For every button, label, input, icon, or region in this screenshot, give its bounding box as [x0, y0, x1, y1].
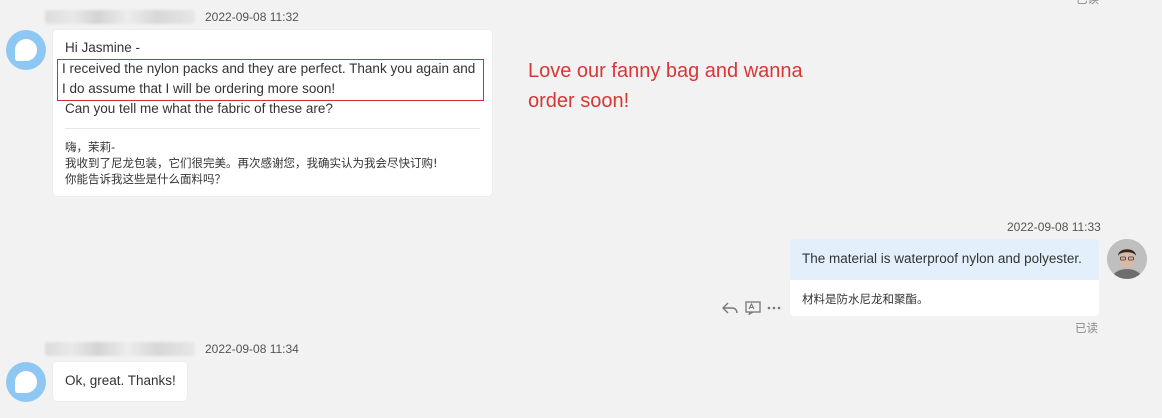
more-icon[interactable] [764, 298, 784, 318]
outgoing-message-bubble[interactable]: The material is waterproof nylon and pol… [790, 239, 1099, 280]
contact-avatar[interactable] [6, 362, 46, 402]
translation-line: 嗨，茉莉- [65, 140, 116, 154]
message-text: The material is waterproof nylon and pol… [802, 251, 1082, 266]
incoming-message-bubble[interactable]: Hi Jasmine - I received the nylon packs … [53, 30, 492, 196]
contact-avatar[interactable] [6, 30, 46, 70]
chat-bubble-icon [15, 371, 37, 393]
highlight-box [57, 59, 484, 101]
message-timestamp: 2022-09-08 11:32 [205, 10, 299, 24]
top-read-status: 已读 [1076, 0, 1099, 7]
sender-name-blurred [45, 342, 195, 356]
message-timestamp: 2022-09-08 11:33 [1007, 220, 1101, 234]
chat-bubble-icon [15, 39, 37, 61]
message-text: Ok, great. Thanks! [65, 373, 176, 388]
reply-icon[interactable] [720, 298, 740, 318]
read-status: 已读 [1075, 321, 1098, 335]
annotation-line: Love our fanny bag and wanna [528, 60, 803, 82]
message-timestamp: 2022-09-08 11:34 [205, 342, 299, 356]
user-avatar[interactable] [1107, 239, 1147, 279]
translation-line: 我收到了尼龙包装，它们很完美。再次感谢您，我确实认为我会尽快订购! [65, 156, 438, 170]
message-line: Hi Jasmine - [65, 40, 141, 55]
translation-line: 材料是防水尼龙和聚酯。 [802, 292, 929, 306]
incoming-message-bubble[interactable]: Ok, great. Thanks! [53, 362, 187, 401]
message-line: Can you tell me what the fabric of these… [65, 101, 333, 116]
translation-line: 你能告诉我这些是什么面料吗？ [65, 172, 226, 186]
sender-name-blurred [45, 10, 195, 24]
translation-divider [65, 128, 480, 129]
translate-icon[interactable] [743, 298, 763, 318]
outgoing-translation-box: 材料是防水尼龙和聚酯。 [790, 280, 1099, 316]
annotation-line: order soon! [528, 90, 630, 112]
